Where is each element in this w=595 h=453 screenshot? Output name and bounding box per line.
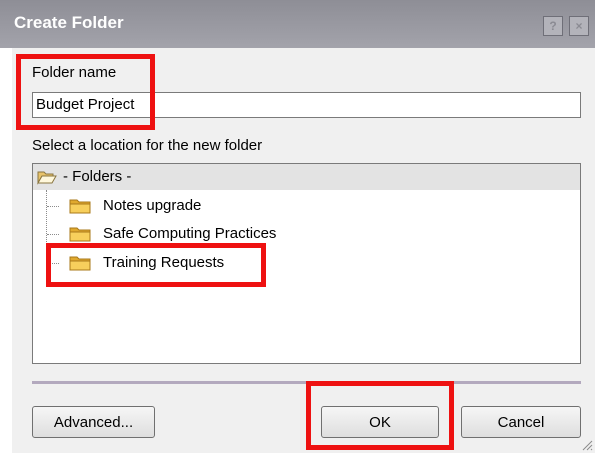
help-icon: ?: [549, 19, 557, 33]
folder-icon: [69, 199, 91, 214]
tree-item-label: Notes upgrade: [103, 197, 202, 214]
tree-branch: [47, 206, 59, 207]
highlight-training-requests: [46, 243, 266, 287]
tree-root-row[interactable]: - Folders -: [33, 164, 580, 190]
open-folder-icon: [37, 171, 57, 185]
tree-item-label: Safe Computing Practices: [103, 225, 277, 242]
highlight-ok-button: [306, 381, 454, 450]
resize-grip-icon[interactable]: [581, 439, 593, 451]
help-button[interactable]: ?: [543, 16, 563, 36]
tree-root-label: - Folders -: [63, 168, 132, 185]
close-button[interactable]: ×: [569, 16, 589, 36]
location-label: Select a location for the new folder: [32, 137, 263, 154]
title-bar: Create Folder ? ×: [0, 0, 595, 48]
cancel-button[interactable]: Cancel: [461, 406, 581, 438]
folder-icon: [69, 227, 91, 242]
close-icon: ×: [575, 19, 583, 33]
advanced-button[interactable]: Advanced...: [32, 406, 155, 438]
tree-item-notes-upgrade[interactable]: Notes upgrade: [33, 193, 333, 219]
window-title: Create Folder: [14, 13, 124, 32]
tree-branch: [47, 234, 59, 235]
highlight-folder-name: [16, 54, 155, 130]
